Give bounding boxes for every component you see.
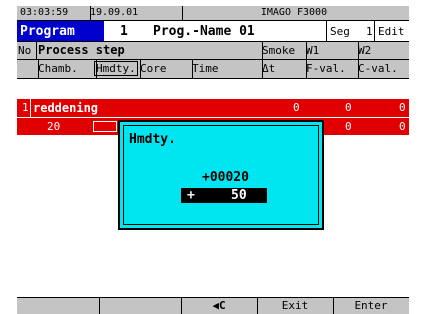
segment-value[interactable]: 1	[366, 21, 373, 41]
entry-value: 50	[231, 188, 247, 203]
row-delta-t: 0	[293, 101, 300, 114]
table-header-2: Chamb. Hmdty. Core Time Δt F-val. C-val.	[17, 60, 409, 79]
table-header-1: No Process step Smoke W1 W2	[17, 42, 409, 60]
hmdty-dialog: Hmdty. +00020 + 50	[118, 120, 324, 230]
date: 19.09.01	[87, 6, 183, 20]
row-hmdty-box	[93, 121, 117, 132]
fkey-1[interactable]	[17, 298, 100, 314]
fkey-2[interactable]	[99, 298, 182, 314]
col-w1: W1	[303, 42, 359, 59]
col-delta-t: Δt	[259, 60, 307, 78]
row-number: 1	[22, 101, 29, 114]
col-w2: W2	[358, 44, 372, 57]
program-number[interactable]: 1	[120, 21, 128, 41]
clock: 03:03:59	[17, 6, 91, 20]
clear-button[interactable]: ◀C	[181, 298, 258, 314]
program-name[interactable]: Prog.-Name 01	[153, 21, 255, 41]
hmdty-selected-box: Hmdty.	[94, 61, 138, 76]
row-step-name: reddening	[30, 99, 145, 117]
col-chamb: Chamb.	[35, 60, 97, 78]
device-name: IMAGO F3000	[260, 7, 328, 18]
row-chamb: 20	[47, 120, 61, 133]
col-time: Time	[189, 60, 263, 78]
entry-sign: +	[187, 188, 195, 203]
col-f-val: F-val.	[303, 60, 359, 78]
status-bar: 03:03:59 19.09.01 IMAGO F3000	[17, 6, 409, 21]
program-row: Program 1 Prog.-Name 01 Seg 1 Edit	[17, 21, 409, 42]
current-value: +00020	[202, 170, 249, 185]
program-label: Program	[17, 21, 104, 41]
row-f-val: 0	[345, 101, 352, 114]
col-smoke: Smoke	[259, 42, 307, 59]
function-key-bar: ◀C Exit Enter	[17, 297, 409, 314]
exit-button[interactable]: Exit	[257, 298, 334, 314]
enter-button[interactable]: Enter	[333, 298, 409, 314]
row-c-val: 0	[399, 120, 406, 133]
row-f-val: 0	[345, 120, 352, 133]
col-c-val: C-val.	[358, 62, 398, 75]
segment-label: Seg	[326, 21, 364, 41]
table-row[interactable]: 1 reddening 0 0 0	[17, 99, 409, 117]
edit-mode[interactable]: Edit	[374, 21, 409, 41]
row-c-val: 0	[399, 101, 406, 114]
col-no: No	[17, 42, 37, 59]
dialog-frame: Hmdty. +00020 + 50	[123, 125, 319, 225]
value-entry-field[interactable]: + 50	[181, 188, 267, 203]
col-process-step: Process step	[35, 42, 263, 59]
col-hmdty[interactable]: Hmdty.	[93, 60, 141, 78]
dialog-title: Hmdty.	[129, 132, 176, 147]
col-core: Core	[137, 60, 193, 78]
controller-screen: 03:03:59 19.09.01 IMAGO F3000 Program 1 …	[17, 6, 409, 314]
